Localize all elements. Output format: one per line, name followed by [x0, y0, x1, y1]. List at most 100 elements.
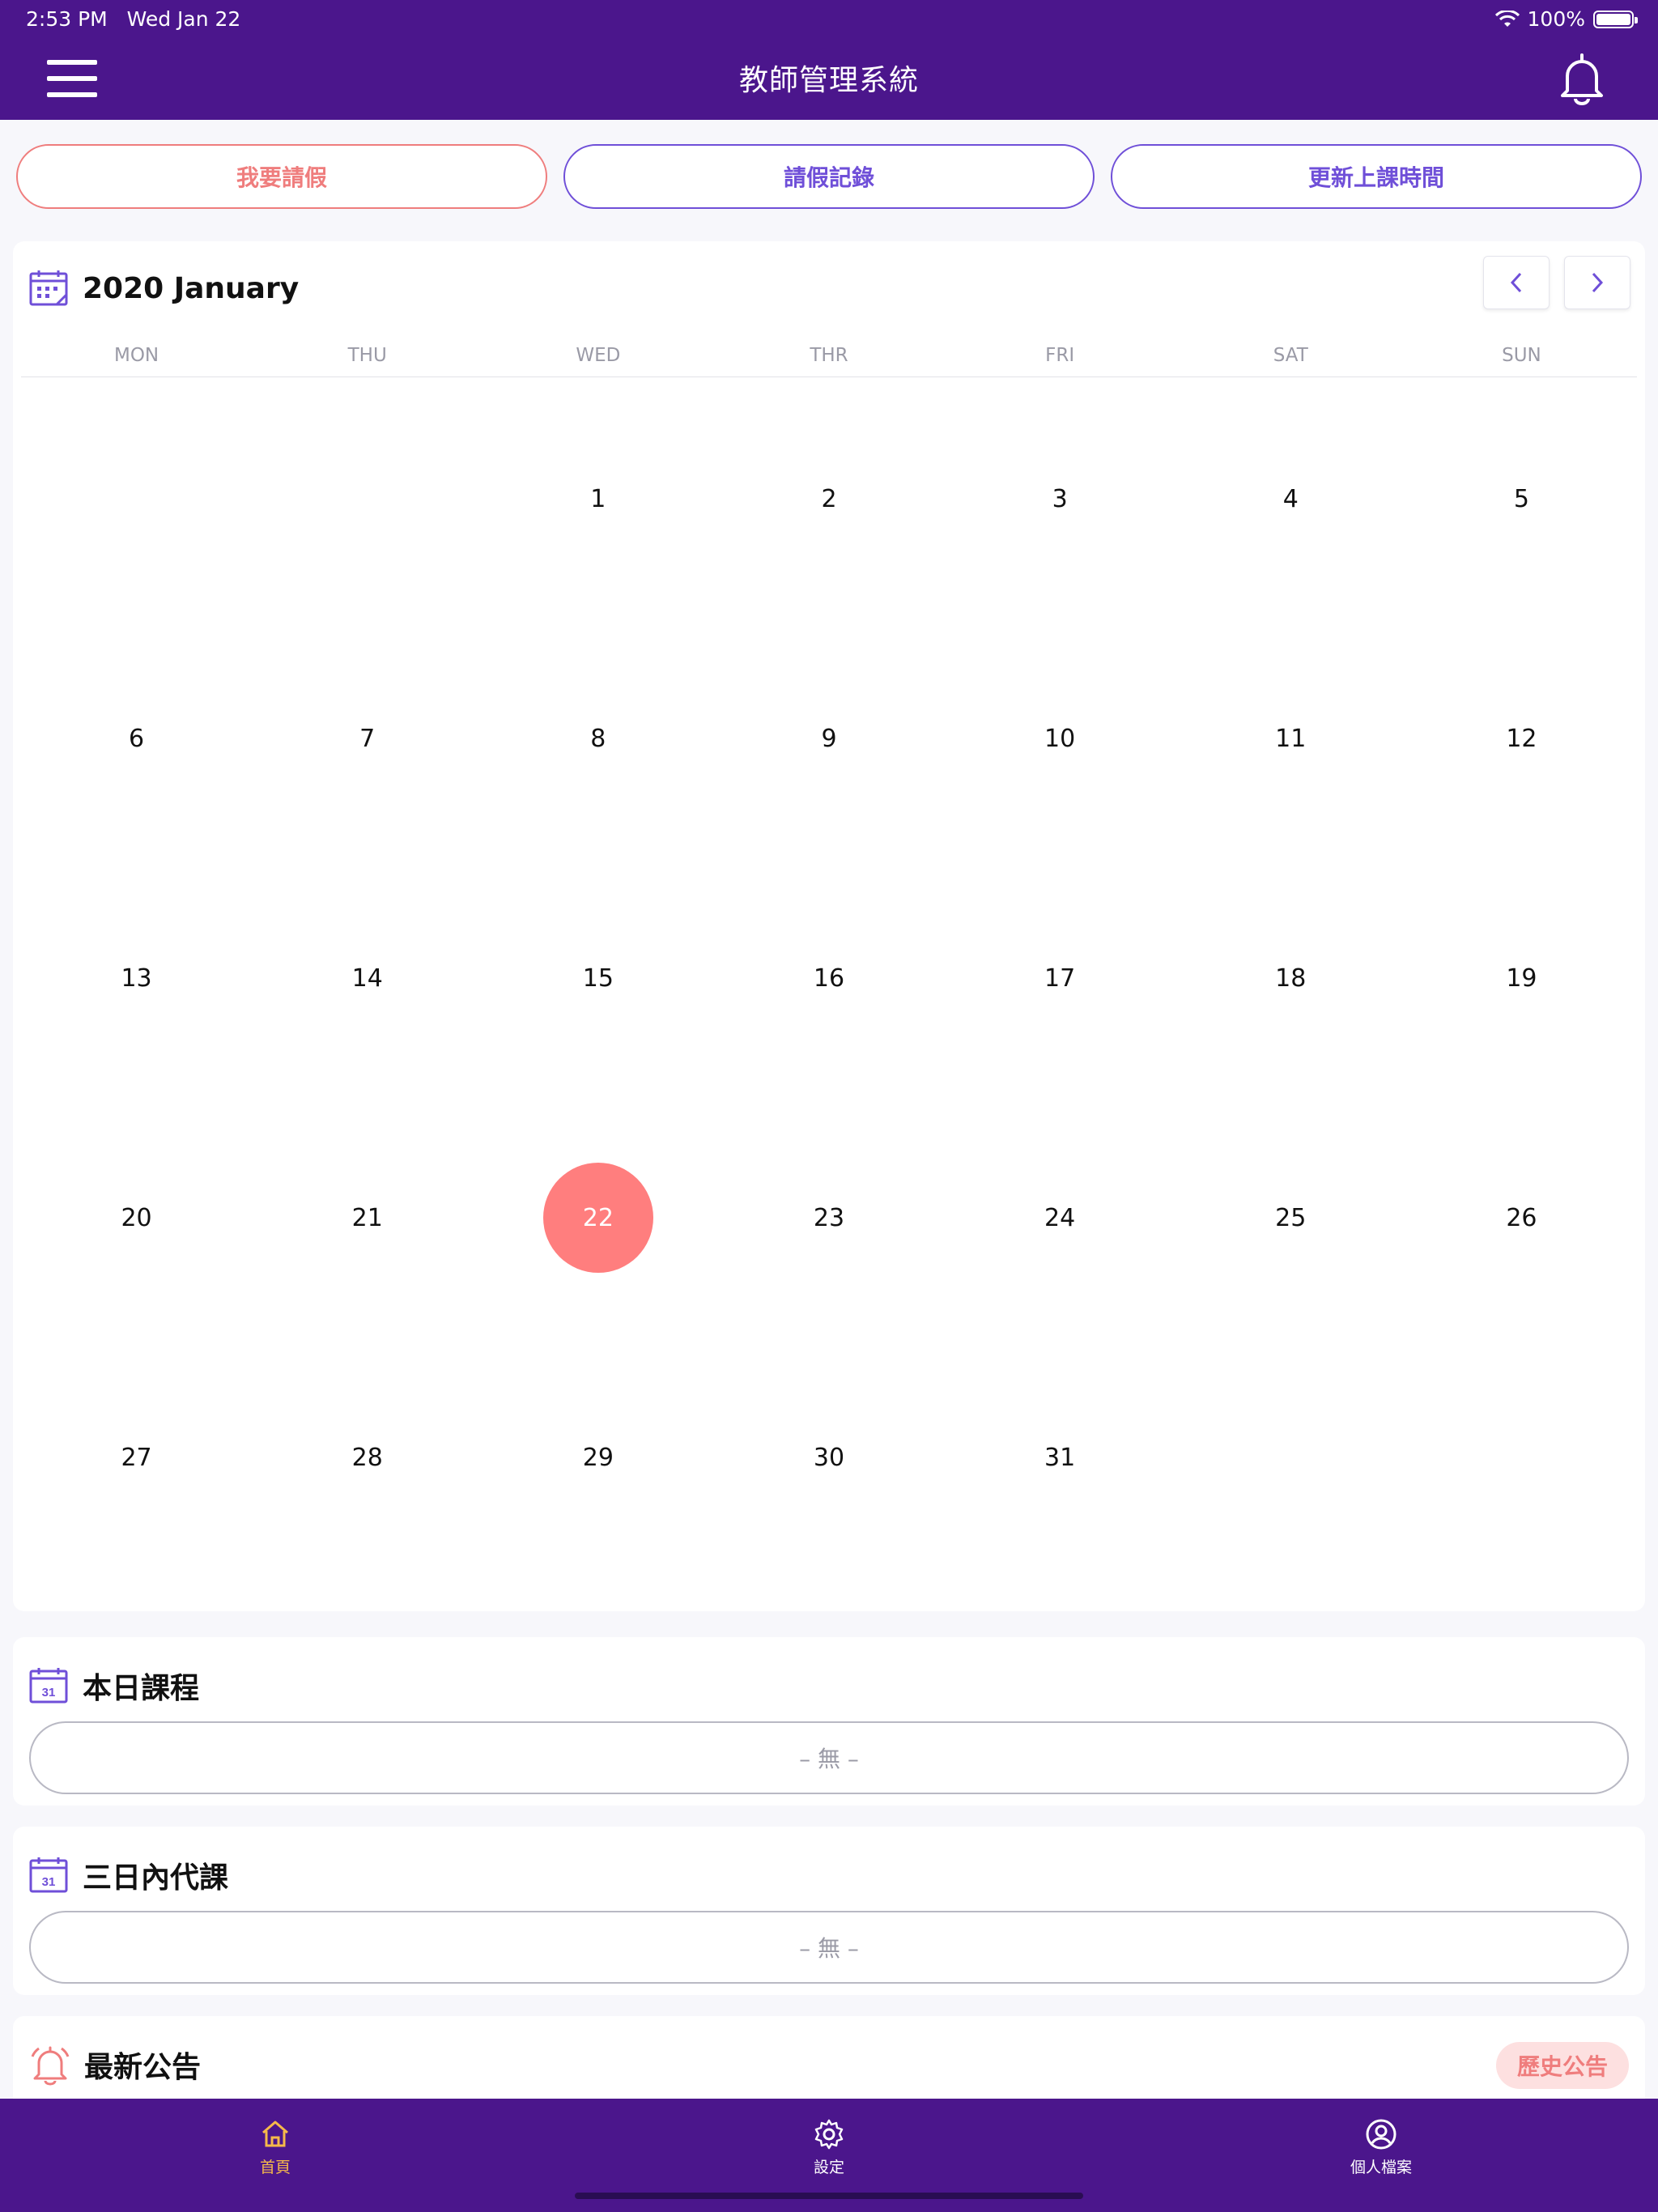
calendar-day[interactable]: 7 [252, 619, 483, 858]
calendar-31-icon: 31 [29, 1857, 68, 1893]
calendar-day-number: 6 [129, 724, 145, 753]
calendar-day-number: 16 [813, 963, 845, 993]
calendar-day[interactable]: 29 [483, 1338, 713, 1577]
calendar-day-number: 30 [813, 1443, 845, 1472]
tab-profile[interactable]: 個人檔案 [1300, 2118, 1462, 2177]
tab-profile-label: 個人檔案 [1350, 2159, 1412, 2176]
weekday-label: THU [347, 345, 387, 366]
weekday-label: WED [576, 345, 621, 366]
calendar-day[interactable]: 4 [1175, 379, 1406, 619]
weekday-header: MON THU WED THR FRI SAT SUN [21, 345, 1637, 377]
calendar-day[interactable]: 9 [713, 619, 944, 858]
calendar-day[interactable]: 13 [21, 858, 252, 1098]
calendar-empty-cell [21, 379, 252, 619]
calendar-day[interactable]: 25 [1175, 1098, 1406, 1338]
today-courses-card: 31 本日課程 – 無 – [13, 1637, 1645, 1806]
calendar-day[interactable]: 6 [21, 619, 252, 858]
calendar-day-number: 31 [1044, 1443, 1076, 1472]
calendar-31-icon: 31 [29, 1668, 68, 1704]
home-icon [262, 2121, 288, 2147]
today-courses-title: 本日課程 [83, 1672, 200, 1705]
next-month-button[interactable] [1564, 256, 1630, 309]
tab-settings[interactable]: 設定 [748, 2118, 910, 2177]
weekday-label: SUN [1502, 345, 1541, 366]
calendar-day[interactable]: 21 [252, 1098, 483, 1338]
tab-home[interactable]: 首頁 [194, 2118, 356, 2177]
calendar-day[interactable]: 16 [713, 858, 944, 1098]
calendar-day-number: 29 [582, 1443, 614, 1472]
calendar-day[interactable]: 10 [945, 619, 1175, 858]
svg-text:31: 31 [42, 1686, 56, 1699]
bottom-tab-bar: 首頁 設定 個人檔案 [0, 2099, 1658, 2212]
calendar-day-number: 14 [351, 963, 383, 993]
svg-text:31: 31 [42, 1875, 56, 1889]
calendar-day[interactable]: 1 [483, 379, 713, 619]
calendar-day-number: 13 [121, 963, 152, 993]
calendar-day[interactable]: 14 [252, 858, 483, 1098]
substitute-empty: – 無 – [29, 1911, 1629, 1984]
announcements-title: 最新公告 [84, 2051, 202, 2084]
calendar-day-number: 12 [1506, 724, 1537, 753]
notification-button[interactable] [1558, 52, 1606, 105]
substitute-header: 31 三日內代課 [29, 1854, 228, 1896]
top-actions: 我要請假 請假記錄 更新上課時間 [16, 144, 1642, 209]
calendar-day-number: 1 [590, 484, 606, 513]
history-announcements-button[interactable]: 歷史公告 [1496, 2042, 1629, 2089]
calendar-day-number: 28 [351, 1443, 383, 1472]
wifi-icon [1494, 10, 1520, 27]
calendar-day-number: 17 [1044, 963, 1076, 993]
calendar-day-number: 25 [1275, 1203, 1307, 1232]
calendar-day-number: 15 [582, 963, 614, 993]
calendar-day[interactable]: 30 [713, 1338, 944, 1577]
calendar-day[interactable]: 12 [1406, 619, 1637, 858]
tab-home-label: 首頁 [259, 2159, 291, 2176]
calendar-day[interactable]: 26 [1406, 1098, 1637, 1338]
calendar-day[interactable]: 24 [945, 1098, 1175, 1338]
calendar-day[interactable]: 2 [713, 379, 944, 619]
calendar-card: 2020 January MON THU WED THR FRI SAT SUN… [13, 241, 1645, 1611]
calendar-day[interactable]: 31 [945, 1338, 1175, 1577]
calendar-empty-cell [1406, 1338, 1637, 1577]
gear-icon [814, 2119, 844, 2150]
today-courses-header: 31 本日課程 [29, 1665, 199, 1707]
substitute-title: 三日內代課 [83, 1861, 229, 1895]
calendar-day[interactable]: 11 [1175, 619, 1406, 858]
calendar-day-number: 20 [121, 1203, 152, 1232]
battery-icon [1593, 10, 1638, 28]
calendar-day-number: 4 [1282, 484, 1299, 513]
update-class-time-button[interactable]: 更新上課時間 [1111, 144, 1642, 209]
weekday-label: FRI [1045, 345, 1075, 366]
calendar-day-number: 11 [1275, 724, 1307, 753]
request-leave-button[interactable]: 我要請假 [16, 144, 547, 209]
calendar-day[interactable]: 28 [252, 1338, 483, 1577]
calendar-day[interactable]: 8 [483, 619, 713, 858]
tab-settings-label: 設定 [813, 2159, 844, 2176]
calendar-day[interactable]: 5 [1406, 379, 1637, 619]
calendar-day[interactable]: 3 [945, 379, 1175, 619]
calendar-day-number: 3 [1052, 484, 1068, 513]
status-bar: 2:53 PM Wed Jan 22 100% [0, 0, 1658, 39]
calendar-day-number: 21 [351, 1203, 383, 1232]
calendar-day[interactable]: 27 [21, 1338, 252, 1577]
calendar-day[interactable]: 17 [945, 858, 1175, 1098]
calendar-day-number: 18 [1275, 963, 1307, 993]
calendar-day-today[interactable]: 22 [483, 1098, 713, 1338]
today-courses-empty: – 無 – [29, 1721, 1629, 1794]
user-circle-icon [1366, 2119, 1397, 2150]
prev-month-button[interactable] [1483, 256, 1550, 309]
calendar-day[interactable]: 20 [21, 1098, 252, 1338]
calendar-day-number: 9 [821, 724, 837, 753]
weekday-label: THR [810, 345, 848, 366]
status-time-text: 2:53 PM [26, 7, 108, 31]
announcements-header: 最新公告 [29, 2044, 201, 2086]
calendar-day[interactable]: 19 [1406, 858, 1637, 1098]
calendar-day[interactable]: 15 [483, 858, 713, 1098]
calendar-day-number: 27 [121, 1443, 152, 1472]
bell-icon [1561, 53, 1603, 105]
leave-records-button[interactable]: 請假記錄 [563, 144, 1095, 209]
calendar-day[interactable]: 18 [1175, 858, 1406, 1098]
app-header: 2:53 PM Wed Jan 22 100% 教師管理系統 [0, 0, 1658, 120]
status-right: 100% [1494, 7, 1638, 31]
weekday-label: SAT [1273, 345, 1308, 366]
calendar-day[interactable]: 23 [713, 1098, 944, 1338]
